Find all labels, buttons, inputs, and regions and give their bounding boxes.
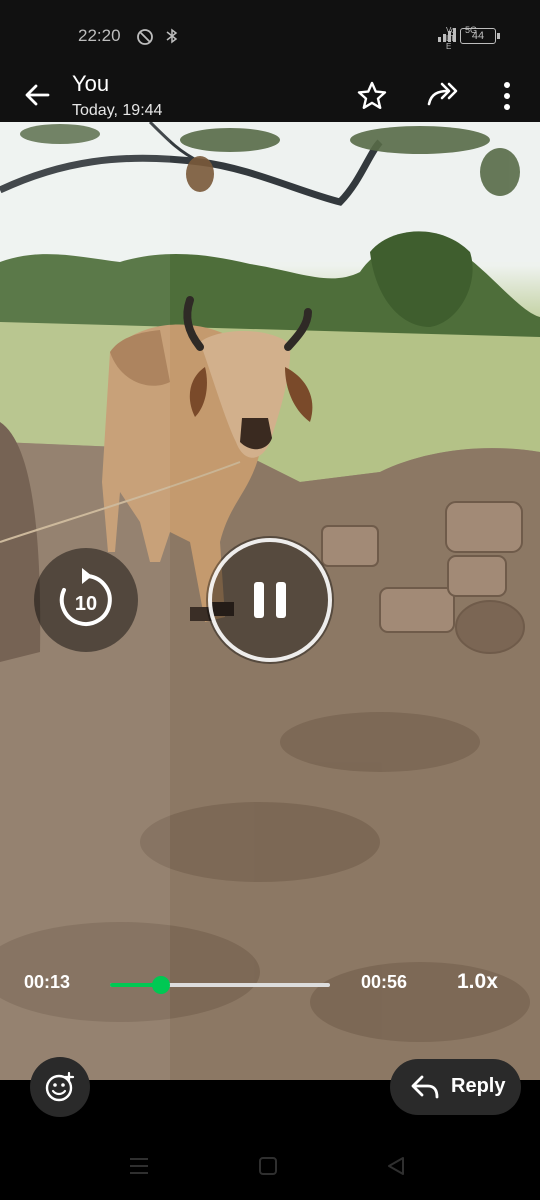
signal-icon bbox=[438, 28, 456, 42]
sender-name: You bbox=[72, 71, 110, 96]
pause-button[interactable] bbox=[206, 536, 334, 664]
app-header: You Today, 19:44 bbox=[0, 70, 540, 122]
message-timestamp: Today, 19:44 bbox=[72, 102, 163, 119]
playback-speed-button[interactable]: 1.0x bbox=[457, 970, 498, 994]
home-icon[interactable] bbox=[258, 1156, 278, 1176]
reply-icon bbox=[411, 1075, 439, 1099]
react-button[interactable] bbox=[30, 1057, 90, 1117]
reply-button[interactable]: Reply bbox=[390, 1059, 521, 1115]
star-icon[interactable] bbox=[356, 80, 388, 112]
current-time: 00:13 bbox=[24, 972, 71, 992]
video-player[interactable]: 10 00:13 00:56 1.0x bbox=[0, 122, 540, 1080]
seek-bar[interactable] bbox=[110, 976, 330, 994]
replay-10-icon: 10 bbox=[59, 568, 112, 626]
bluetooth-icon bbox=[166, 28, 178, 44]
status-time: 22:20 bbox=[78, 26, 121, 45]
reply-label: Reply bbox=[451, 1075, 506, 1097]
status-bar: 22:20 Vo LTE 5G 44 bbox=[0, 0, 540, 70]
battery-icon: 44 bbox=[460, 28, 500, 44]
forward-icon[interactable] bbox=[426, 80, 460, 112]
back-arrow-icon[interactable] bbox=[22, 80, 52, 110]
rewind-seconds: 10 bbox=[75, 593, 97, 615]
pause-icon bbox=[254, 582, 286, 618]
recents-icon[interactable] bbox=[128, 1156, 150, 1176]
duration: 00:56 bbox=[361, 972, 408, 992]
nav-back-icon[interactable] bbox=[386, 1156, 406, 1176]
emoji-add-icon bbox=[45, 1071, 75, 1102]
do-not-disturb-icon bbox=[137, 29, 153, 45]
seek-thumb[interactable] bbox=[152, 976, 171, 994]
rewind-10-button[interactable]: 10 bbox=[34, 548, 138, 652]
more-vert-icon[interactable] bbox=[491, 80, 523, 112]
